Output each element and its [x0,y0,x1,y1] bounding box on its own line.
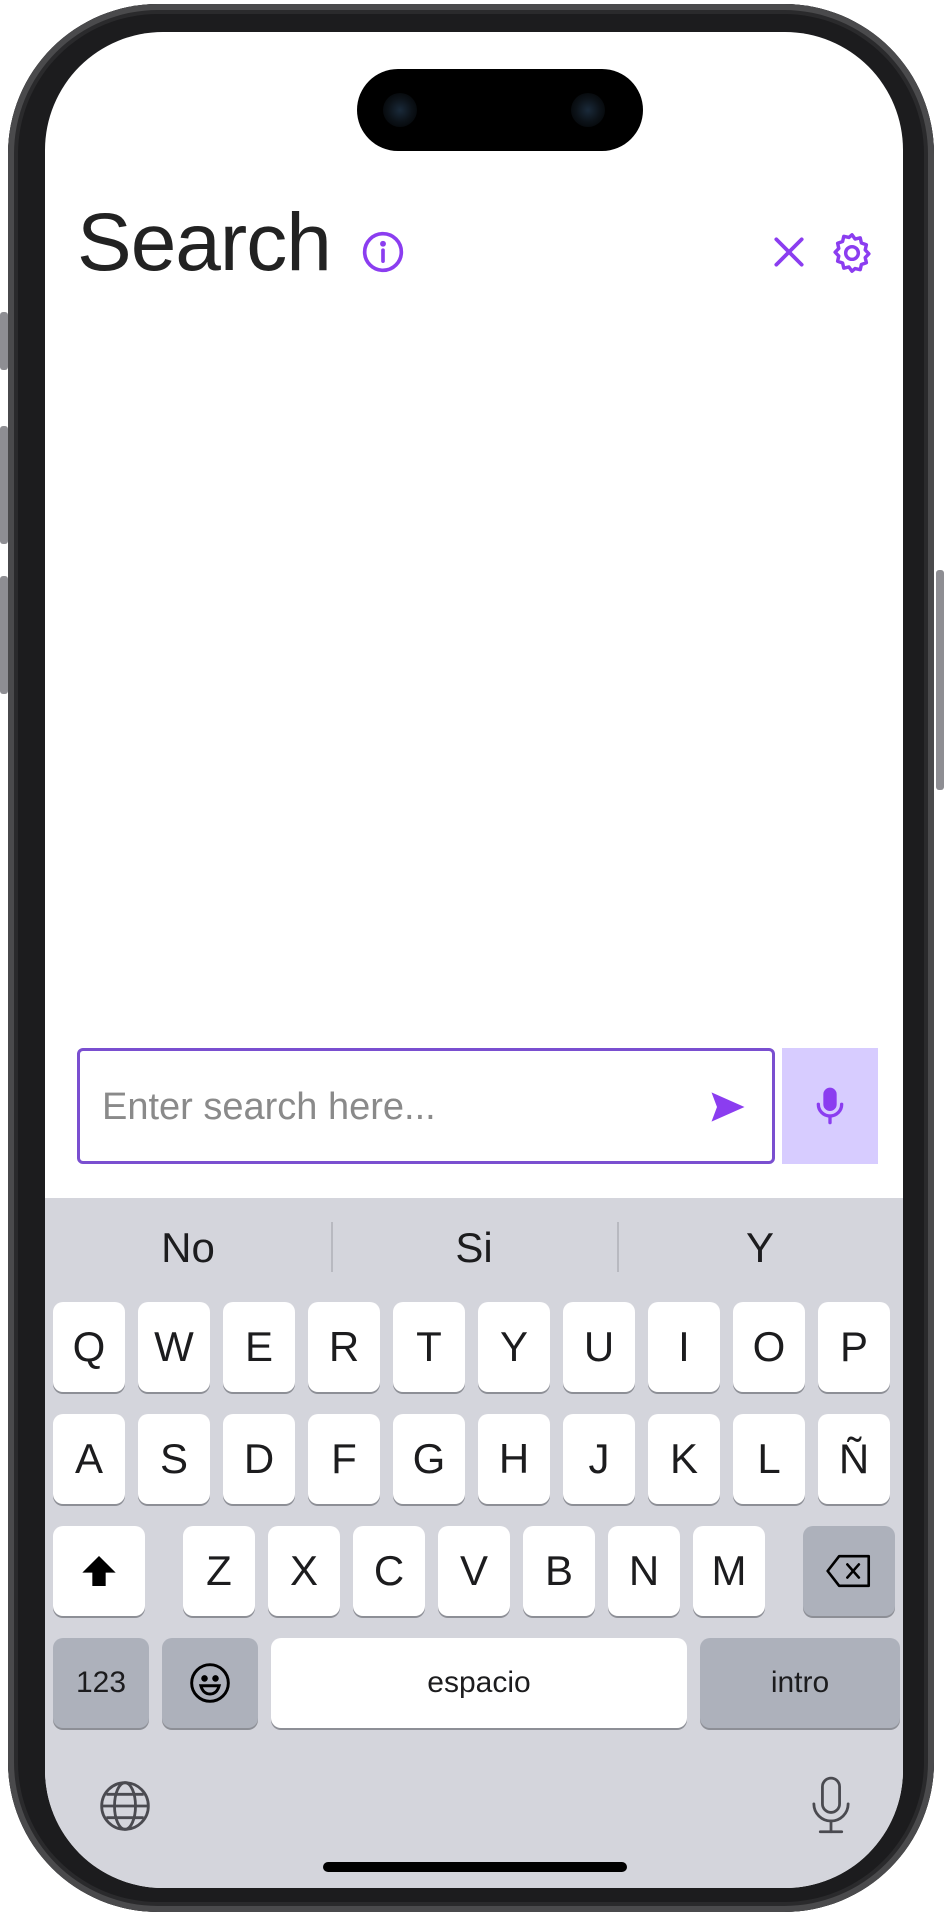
info-icon [362,231,404,273]
gear-icon [833,233,871,273]
volume-up-button [0,426,8,544]
home-indicator[interactable] [323,1862,627,1872]
key[interactable]: T [393,1302,465,1392]
microphone-icon [816,1087,844,1125]
key[interactable]: P [818,1302,890,1392]
space-key[interactable]: espacio [271,1638,687,1728]
suggestion-item[interactable]: Si [331,1198,617,1298]
emoji-key[interactable] [162,1638,258,1728]
dictation-button[interactable] [803,1774,859,1838]
send-icon [711,1092,745,1122]
settings-button[interactable] [825,226,879,280]
delete-key[interactable] [803,1526,895,1616]
camera-icon [383,93,417,127]
key[interactable]: J [563,1414,635,1504]
action-button [0,312,8,370]
key[interactable]: H [478,1414,550,1504]
phone-screen: Search No Si Y [45,32,903,1888]
key[interactable]: B [523,1526,595,1616]
key[interactable]: O [733,1302,805,1392]
close-button[interactable] [763,226,815,278]
key[interactable]: F [308,1414,380,1504]
key[interactable]: L [733,1414,805,1504]
close-icon [774,237,804,267]
key[interactable]: Ñ [818,1414,890,1504]
power-button [936,570,944,790]
voice-input-button[interactable] [782,1048,878,1164]
key[interactable]: U [563,1302,635,1392]
key[interactable]: N [608,1526,680,1616]
shift-icon [82,1556,116,1586]
suggestion-item[interactable]: No [45,1198,331,1298]
key[interactable]: G [393,1414,465,1504]
key[interactable]: A [53,1414,125,1504]
emoji-icon [190,1663,230,1703]
keyboard: No Si Y Q W E R T Y U I O P A S D F G H … [45,1198,903,1888]
numbers-key[interactable]: 123 [53,1638,149,1728]
sensor-icon [571,93,605,127]
page-title: Search [77,197,332,288]
return-key[interactable]: intro [700,1638,900,1728]
backspace-icon [826,1554,871,1588]
key[interactable]: R [308,1302,380,1392]
key[interactable]: E [223,1302,295,1392]
key[interactable]: M [693,1526,765,1616]
globe-icon [100,1781,150,1831]
key[interactable]: Z [183,1526,255,1616]
key[interactable]: D [223,1414,295,1504]
key[interactable]: V [438,1526,510,1616]
key[interactable]: X [268,1526,340,1616]
info-button[interactable] [357,226,409,278]
suggestion-item[interactable]: Y [617,1198,903,1298]
volume-down-button [0,576,8,694]
dynamic-island [357,69,643,151]
key[interactable]: S [138,1414,210,1504]
search-box [77,1048,775,1164]
key[interactable]: K [648,1414,720,1504]
search-input[interactable] [100,1051,664,1163]
key[interactable]: Q [53,1302,125,1392]
microphone-icon [812,1776,850,1834]
key[interactable]: Y [478,1302,550,1392]
key[interactable]: C [353,1526,425,1616]
key[interactable]: W [138,1302,210,1392]
shift-key[interactable] [53,1526,145,1616]
key[interactable]: I [648,1302,720,1392]
send-button[interactable] [706,1085,750,1129]
globe-button[interactable] [95,1776,155,1836]
